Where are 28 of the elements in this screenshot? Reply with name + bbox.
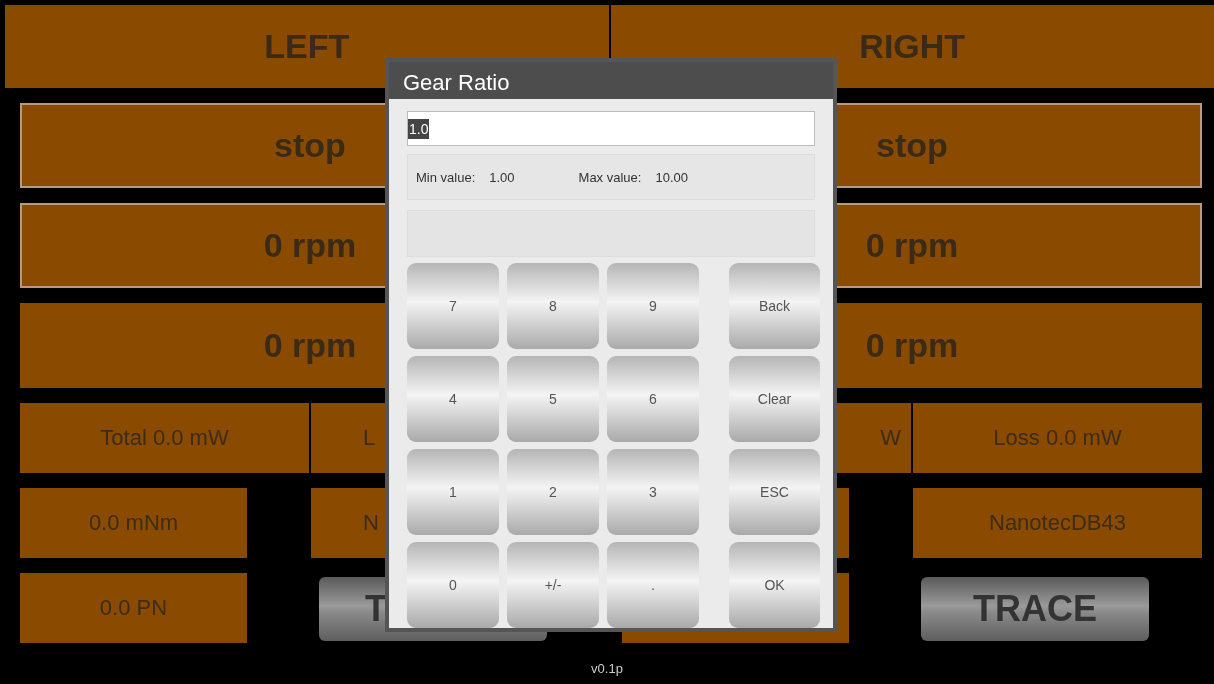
readout-cell: Loss 0.0 mW xyxy=(913,403,1202,473)
max-value: 10.00 xyxy=(655,169,688,185)
trace-button[interactable]: TRACE xyxy=(921,577,1149,641)
keypad-key[interactable]: 5 xyxy=(507,356,599,442)
version-label: v0.1p xyxy=(590,661,624,676)
keypad-key[interactable]: 4 xyxy=(407,356,499,442)
action-key[interactable]: ESC xyxy=(729,449,820,535)
readout-cell: Total 0.0 mW xyxy=(20,403,309,473)
keypad-key[interactable]: 8 xyxy=(507,263,599,349)
keypad-key[interactable]: 1 xyxy=(407,449,499,535)
action-key[interactable]: Clear xyxy=(729,356,820,442)
readout-cell: NanotecDB43 xyxy=(913,488,1202,558)
keypad-key[interactable]: 6 xyxy=(607,356,699,442)
min-label: Min value: xyxy=(416,169,476,185)
dialog-title: Gear Ratio xyxy=(389,62,833,99)
input-field[interactable]: 1.0 xyxy=(407,111,815,146)
keypad-key[interactable]: 3 xyxy=(607,449,699,535)
action-key[interactable]: Back xyxy=(729,263,820,349)
readout-cell: 0.0 PN xyxy=(20,573,247,643)
readout-cell: 0.0 mNm xyxy=(20,488,247,558)
keypad-key[interactable]: . xyxy=(607,542,699,628)
keypad-key[interactable]: +/- xyxy=(507,542,599,628)
keypad-key[interactable]: 7 xyxy=(407,263,499,349)
keypad-key[interactable]: 9 xyxy=(607,263,699,349)
min-value: 1.00 xyxy=(489,169,515,185)
action-key[interactable]: OK xyxy=(729,542,820,628)
keypad-key[interactable]: 2 xyxy=(507,449,599,535)
keypad-key[interactable]: 0 xyxy=(407,542,499,628)
